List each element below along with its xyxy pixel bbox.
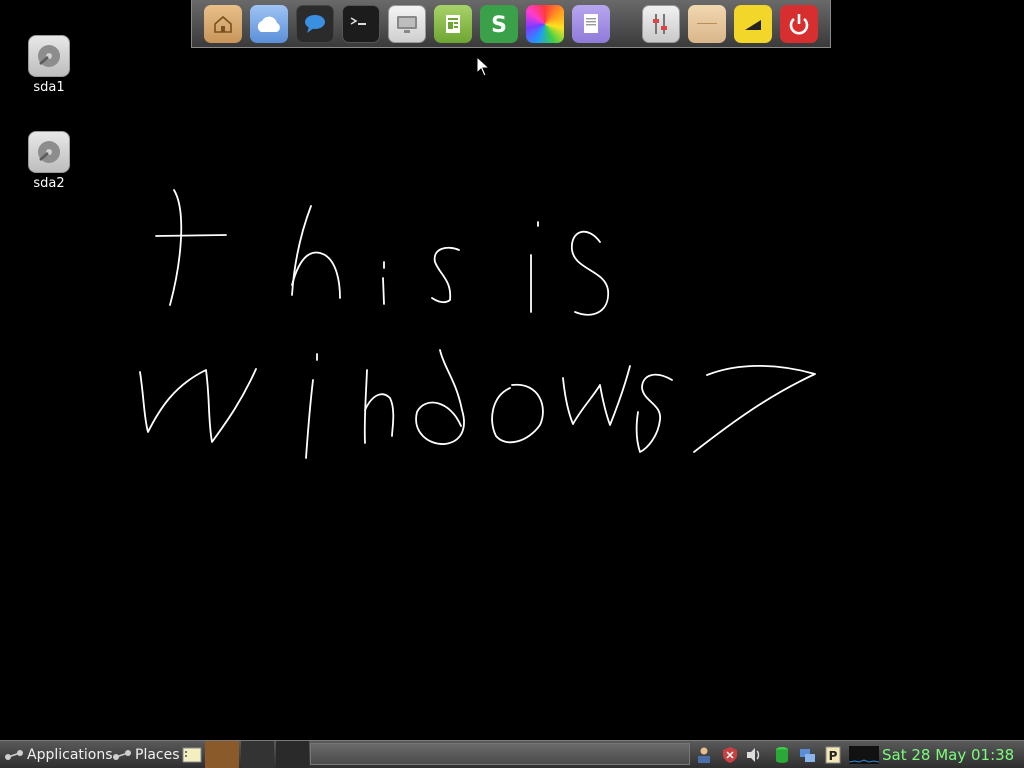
- clock[interactable]: Sat 28 May 01:38: [882, 741, 1014, 768]
- volume-icon[interactable]: [745, 746, 763, 764]
- taskbar: Applications Places P Sat 28 May 01:38: [0, 740, 1024, 768]
- network-icon[interactable]: [798, 746, 816, 764]
- cpu-monitor-icon[interactable]: [849, 746, 879, 764]
- workspace-1[interactable]: [205, 741, 239, 768]
- shield-icon[interactable]: [721, 746, 739, 764]
- clipboard-icon[interactable]: P: [824, 746, 842, 764]
- workspace-2[interactable]: [241, 741, 274, 768]
- show-desktop-button[interactable]: [181, 741, 203, 768]
- workspace-3[interactable]: [276, 741, 309, 768]
- applications-label: Applications: [27, 746, 113, 763]
- notepad-icon: [182, 747, 202, 762]
- network-nodes-icon: [113, 749, 131, 760]
- svg-text:P: P: [829, 749, 838, 763]
- places-label: Places: [135, 746, 180, 763]
- applications-menu[interactable]: Applications: [4, 741, 113, 768]
- user-icon[interactable]: [695, 746, 713, 764]
- handwritten-scribble: [139, 189, 816, 459]
- places-menu[interactable]: Places: [112, 741, 180, 768]
- network-nodes-icon: [5, 749, 23, 760]
- database-icon[interactable]: [773, 746, 791, 764]
- window-list[interactable]: [310, 743, 690, 765]
